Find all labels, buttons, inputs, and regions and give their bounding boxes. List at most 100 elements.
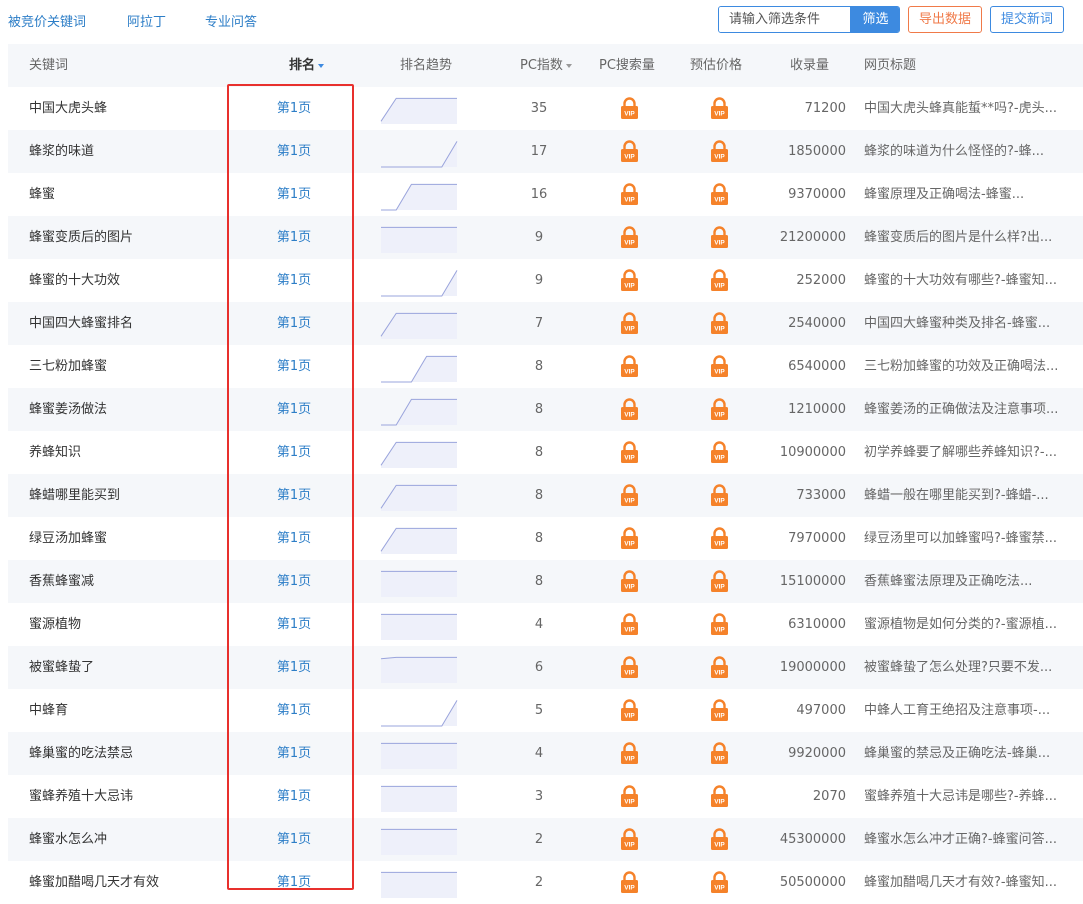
vip-label: VIP <box>624 627 635 634</box>
rank-link[interactable]: 第1页 <box>259 216 329 259</box>
vip-lock-icon[interactable]: VIP <box>620 742 639 765</box>
nav-competitor-keywords[interactable]: 被竞价关键词 <box>8 11 86 30</box>
vip-label: VIP <box>714 627 725 634</box>
rank-link[interactable]: 第1页 <box>259 259 329 302</box>
rank-trend-sparkline <box>380 484 457 511</box>
vip-lock-icon[interactable]: VIP <box>710 656 729 679</box>
rank-link[interactable]: 第1页 <box>259 775 329 818</box>
indexed-count-cell: 497000 <box>796 703 846 718</box>
vip-lock-icon[interactable]: VIP <box>620 140 639 163</box>
vip-lock-icon[interactable]: VIP <box>620 269 639 292</box>
nav-pro-qa[interactable]: 专业问答 <box>205 11 257 30</box>
keyword-cell: 香蕉蜂蜜减 <box>29 574 95 589</box>
vip-lock-icon[interactable]: VIP <box>620 398 639 421</box>
vip-lock-icon[interactable]: VIP <box>620 828 639 851</box>
vip-lock-icon[interactable]: VIP <box>710 742 729 765</box>
vip-lock-icon[interactable]: VIP <box>620 183 639 206</box>
keyword-cell: 蜂蜜姜汤做法 <box>29 402 108 417</box>
rank-link[interactable]: 第1页 <box>259 345 329 388</box>
rank-link[interactable]: 第1页 <box>259 302 329 345</box>
rank-link[interactable]: 第1页 <box>259 732 329 775</box>
indexed-count-cell: 15100000 <box>779 574 846 589</box>
col-price-header: 预估价格 <box>690 58 743 73</box>
col-page-title-header: 网页标题 <box>864 58 917 73</box>
page-title-cell: 蜂蜜变质后的图片是什么样?出... <box>864 230 1053 245</box>
vip-lock-icon[interactable]: VIP <box>620 570 639 593</box>
rank-trend-sparkline <box>380 527 457 554</box>
table-row: 蜂巢蜜的吃法禁忌 第1页 4 VIP VIP 9920000 蜂巢蜜的禁忌及正确吃法-蜂巢.… <box>8 732 1083 775</box>
rank-link[interactable]: 第1页 <box>259 861 329 904</box>
vip-lock-icon[interactable]: VIP <box>620 484 639 507</box>
vip-label: VIP <box>624 713 635 720</box>
vip-lock-icon[interactable]: VIP <box>710 140 729 163</box>
vip-lock-icon[interactable]: VIP <box>620 441 639 464</box>
vip-label: VIP <box>624 240 635 247</box>
nav-alading[interactable]: 阿拉丁 <box>127 11 166 30</box>
page-title-cell: 中蜂人工育王绝招及注意事项-... <box>864 703 1051 718</box>
vip-lock-icon[interactable]: VIP <box>620 312 639 335</box>
vip-lock-icon[interactable]: VIP <box>710 355 729 378</box>
vip-lock-icon[interactable]: VIP <box>710 441 729 464</box>
vip-lock-icon[interactable]: VIP <box>710 613 729 636</box>
vip-lock-icon[interactable]: VIP <box>620 871 639 894</box>
vip-label: VIP <box>714 111 725 118</box>
indexed-count-cell: 45300000 <box>779 832 846 847</box>
vip-lock-icon[interactable]: VIP <box>620 699 639 722</box>
vip-lock-icon[interactable]: VIP <box>710 97 729 120</box>
vip-lock-icon[interactable]: VIP <box>710 226 729 249</box>
pc-index-cell: 8 <box>534 359 544 374</box>
vip-lock-icon[interactable]: VIP <box>620 97 639 120</box>
table-row: 蜂蜜水怎么冲 第1页 2 VIP VIP 45300000 蜂蜜水怎么冲才正确?-蜂蜜问答.… <box>8 818 1083 861</box>
vip-lock-icon[interactable]: VIP <box>710 871 729 894</box>
rank-link[interactable]: 第1页 <box>259 517 329 560</box>
rank-link[interactable]: 第1页 <box>259 689 329 732</box>
rank-trend-sparkline <box>380 97 457 124</box>
pc-index-cell: 4 <box>534 617 544 632</box>
rank-link[interactable]: 第1页 <box>259 130 329 173</box>
vip-lock-icon[interactable]: VIP <box>620 613 639 636</box>
col-rank-header[interactable]: 排名 <box>289 44 325 87</box>
vip-lock-icon[interactable]: VIP <box>620 656 639 679</box>
table-row: 中国大虎头蜂 第1页 35 VIP VIP 71200 中国大虎头蜂真能蜇**吗?-虎头..… <box>8 87 1083 130</box>
vip-lock-icon[interactable]: VIP <box>710 527 729 550</box>
vip-lock-icon[interactable]: VIP <box>710 828 729 851</box>
page-title-cell: 蜂蜡一般在哪里能买到?-蜂蜡-... <box>864 488 1049 503</box>
vip-lock-icon[interactable]: VIP <box>710 484 729 507</box>
sparkline-area <box>381 657 457 683</box>
vip-lock-icon[interactable]: VIP <box>710 699 729 722</box>
indexed-count-cell: 252000 <box>796 273 846 288</box>
page-title-cell: 香蕉蜂蜜法原理及正确吃法... <box>864 574 1033 589</box>
vip-lock-icon[interactable]: VIP <box>710 785 729 808</box>
rank-link[interactable]: 第1页 <box>259 603 329 646</box>
vip-lock-icon[interactable]: VIP <box>710 312 729 335</box>
rank-link[interactable]: 第1页 <box>259 431 329 474</box>
sparkline-area <box>381 700 457 726</box>
sparkline-area <box>381 872 457 898</box>
page-title-cell: 蜂蜜的十大功效有哪些?-蜂蜜知... <box>864 273 1057 288</box>
rank-link[interactable]: 第1页 <box>259 646 329 689</box>
rank-link[interactable]: 第1页 <box>259 474 329 517</box>
rank-link[interactable]: 第1页 <box>259 560 329 603</box>
rank-link[interactable]: 第1页 <box>259 173 329 216</box>
filter-button[interactable]: 筛选 <box>850 7 899 32</box>
filter-input[interactable] <box>719 7 850 32</box>
vip-lock-icon[interactable]: VIP <box>620 527 639 550</box>
vip-lock-icon[interactable]: VIP <box>710 398 729 421</box>
vip-lock-icon[interactable]: VIP <box>620 226 639 249</box>
export-data-button[interactable]: 导出数据 <box>908 6 982 33</box>
vip-label: VIP <box>714 541 725 548</box>
rank-link[interactable]: 第1页 <box>259 818 329 861</box>
pc-index-cell: 3 <box>534 789 544 804</box>
vip-lock-icon[interactable]: VIP <box>620 785 639 808</box>
rank-link[interactable]: 第1页 <box>259 87 329 130</box>
vip-lock-icon[interactable]: VIP <box>710 269 729 292</box>
rank-link[interactable]: 第1页 <box>259 388 329 431</box>
vip-lock-icon[interactable]: VIP <box>710 570 729 593</box>
submit-new-keyword-button[interactable]: 提交新词 <box>990 6 1064 33</box>
vip-label: VIP <box>624 369 635 376</box>
rank-trend-sparkline <box>381 871 457 898</box>
table-row: 三七粉加蜂蜜 第1页 8 VIP VIP 6540000 三七粉加蜂蜜的功效及正确喝法... <box>8 345 1083 388</box>
vip-lock-icon[interactable]: VIP <box>620 355 639 378</box>
col-pc-index-header[interactable]: PC指数 <box>520 44 572 87</box>
vip-lock-icon[interactable]: VIP <box>710 183 729 206</box>
